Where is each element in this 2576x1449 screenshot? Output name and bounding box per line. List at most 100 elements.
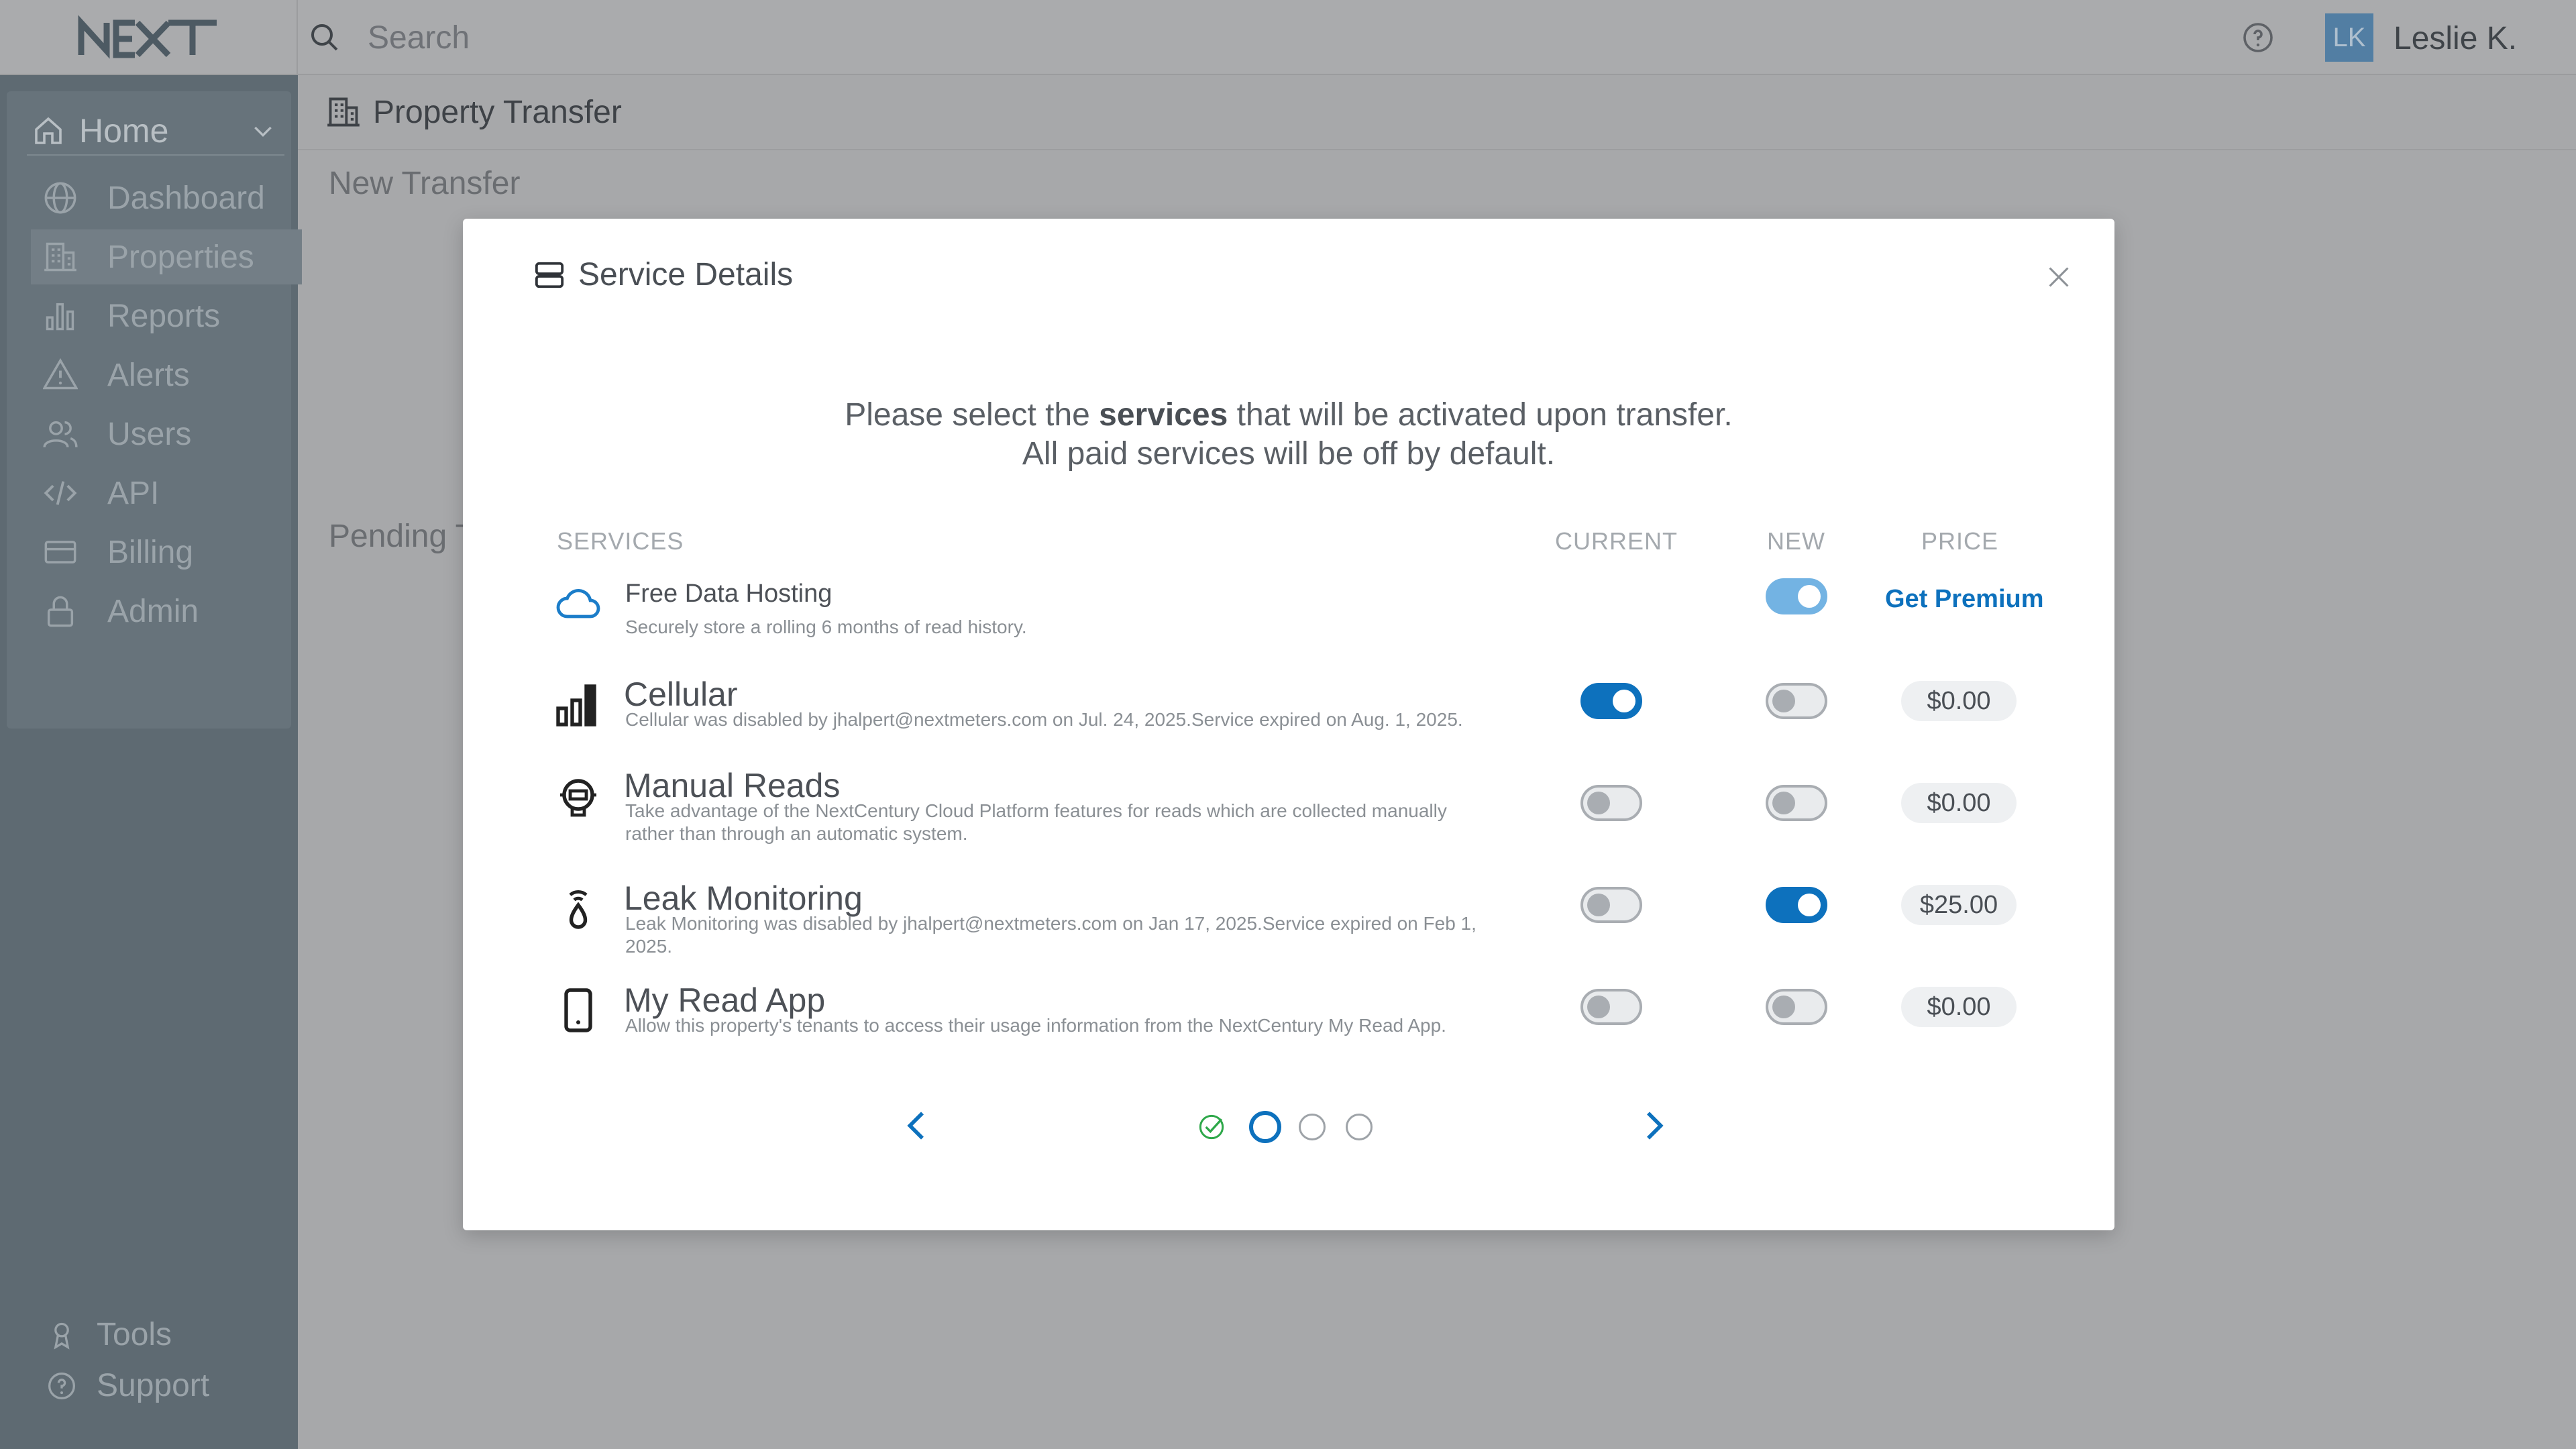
search-icon[interactable] xyxy=(309,21,341,54)
service-description: Take advantage of the NextCentury Cloud … xyxy=(625,800,1447,844)
water-drop-signal-icon xyxy=(569,890,588,929)
help-icon[interactable] xyxy=(2242,21,2274,54)
sidebar-item-label: Properties xyxy=(107,239,254,275)
service-details-modal: Service Details Please select the servic… xyxy=(463,219,2114,1230)
toggle-knob xyxy=(1798,585,1821,608)
service-description: Allow this property's tenants to access … xyxy=(625,1015,1446,1036)
avatar[interactable]: LK xyxy=(2325,13,2373,62)
toggle-knob xyxy=(1772,690,1795,712)
search-bar xyxy=(309,16,1173,59)
chevron-left-icon[interactable] xyxy=(899,1107,936,1144)
modal-title: Service Details xyxy=(534,256,793,293)
home-section-header[interactable]: Home xyxy=(27,107,284,156)
globe-icon xyxy=(44,182,76,214)
sidebar-item-label: Alerts xyxy=(107,357,190,393)
sidebar-item-support[interactable]: Support xyxy=(47,1367,209,1404)
sidebar-item-label: Reports xyxy=(107,298,221,334)
column-header-services: SERVICES xyxy=(557,527,684,555)
modal-title-text: Service Details xyxy=(578,257,794,292)
price-badge: $0.00 xyxy=(1901,987,2017,1027)
server-icon xyxy=(535,262,564,288)
sidebar-item-alerts[interactable]: Alerts xyxy=(27,347,298,402)
sidebar-item-billing[interactable]: Billing xyxy=(27,525,298,580)
step-current-dot[interactable] xyxy=(1249,1111,1281,1143)
page-title: Property Transfer xyxy=(373,94,622,130)
new-toggle-free-data-hosting[interactable] xyxy=(1766,578,1827,614)
building-icon xyxy=(44,242,76,272)
sidebar-item-admin[interactable]: Admin xyxy=(27,584,298,639)
new-toggle-cellular[interactable] xyxy=(1766,683,1827,719)
toggle-knob xyxy=(1587,894,1610,916)
lock-icon xyxy=(47,596,74,627)
current-toggle-manual-reads[interactable] xyxy=(1580,785,1642,821)
toggle-knob xyxy=(1587,996,1610,1018)
intro-text-bold: services xyxy=(1099,397,1228,433)
section-heading-pending-transfers: Pending Transfers xyxy=(329,519,470,554)
close-icon[interactable] xyxy=(2043,262,2074,292)
sidebar-item-properties[interactable]: Properties xyxy=(31,229,302,284)
service-description: Securely store a rolling 6 months of rea… xyxy=(625,616,1027,637)
toggle-knob xyxy=(1772,996,1795,1018)
current-toggle-leak-monitoring[interactable] xyxy=(1580,887,1642,923)
current-toggle-my-read-app[interactable] xyxy=(1580,989,1642,1025)
bar-chart-icon xyxy=(46,303,74,331)
toggle-knob xyxy=(1587,792,1610,814)
chevron-right-icon[interactable] xyxy=(1634,1107,1672,1144)
credit-card-icon xyxy=(44,541,76,564)
section-heading-new-transfer: New Transfer xyxy=(329,166,521,201)
service-description: Leak Monitoring was disabled by jhalpert… xyxy=(625,913,1477,957)
sidebar-item-tools[interactable]: Tools xyxy=(47,1316,172,1353)
new-toggle-my-read-app[interactable] xyxy=(1766,989,1827,1025)
search-input[interactable] xyxy=(368,19,1173,56)
column-header-current: CURRENT xyxy=(1555,527,1678,555)
sidebar-item-label: Billing xyxy=(107,534,194,570)
sidebar: Home Dashboard Properties Reports Alerts… xyxy=(0,75,302,1449)
warning-icon xyxy=(43,358,78,390)
home-icon xyxy=(35,117,62,144)
tools-icon xyxy=(54,1322,70,1350)
toggle-knob xyxy=(1772,792,1795,814)
service-description: Cellular was disabled by jhalpert@nextme… xyxy=(625,709,1463,730)
sidebar-item-label: Tools xyxy=(97,1317,172,1352)
sidebar-item-label: API xyxy=(107,475,160,511)
price-badge: $25.00 xyxy=(1901,885,2017,925)
logo[interactable] xyxy=(0,0,298,75)
mobile-phone-icon xyxy=(564,988,592,1032)
service-name: Free Data Hosting xyxy=(625,580,833,608)
new-toggle-manual-reads[interactable] xyxy=(1766,785,1827,821)
next-logo-icon xyxy=(78,15,217,59)
signal-bars-icon xyxy=(556,684,596,727)
sidebar-item-dashboard[interactable]: Dashboard xyxy=(27,170,298,225)
sidebar-item-users[interactable]: Users xyxy=(27,407,298,462)
toggle-knob xyxy=(1798,894,1821,916)
step-upcoming-dot[interactable] xyxy=(1346,1114,1373,1140)
step-pager xyxy=(463,1099,2114,1152)
column-header-new: NEW xyxy=(1767,527,1825,555)
sidebar-item-reports[interactable]: Reports xyxy=(27,288,298,343)
chevron-down-icon[interactable] xyxy=(250,117,276,144)
price-badge: $0.00 xyxy=(1901,681,2017,721)
step-complete-check-icon[interactable] xyxy=(1198,1114,1225,1140)
cloud-icon xyxy=(556,589,600,619)
sidebar-item-label: Support xyxy=(97,1368,210,1403)
sidebar-item-api[interactable]: API xyxy=(27,466,298,521)
price-badge: $0.00 xyxy=(1901,783,2017,823)
get-premium-link[interactable]: Get Premium xyxy=(1885,585,2044,614)
intro-text-pre: Please select the xyxy=(845,397,1099,433)
sidebar-item-label: Dashboard xyxy=(107,180,265,216)
current-toggle-cellular[interactable] xyxy=(1580,683,1642,719)
intro-text-line2: All paid services will be off by default… xyxy=(1022,436,1556,472)
meter-reader-icon xyxy=(560,779,596,817)
users-icon xyxy=(43,421,78,448)
building-icon xyxy=(327,97,360,127)
intro-text-post: that will be activated upon transfer. xyxy=(1228,397,1733,433)
new-toggle-leak-monitoring[interactable] xyxy=(1766,887,1827,923)
sidebar-item-label: Admin xyxy=(107,593,199,629)
column-header-price: PRICE xyxy=(1921,527,1999,555)
home-section-label: Home xyxy=(79,112,169,150)
user-name[interactable]: Leslie K. xyxy=(2394,20,2517,57)
step-upcoming-dot[interactable] xyxy=(1299,1114,1326,1140)
code-icon xyxy=(44,481,77,505)
page-header: Property Transfer xyxy=(298,75,2576,150)
modal-intro: Please select the services that will be … xyxy=(463,396,2114,474)
